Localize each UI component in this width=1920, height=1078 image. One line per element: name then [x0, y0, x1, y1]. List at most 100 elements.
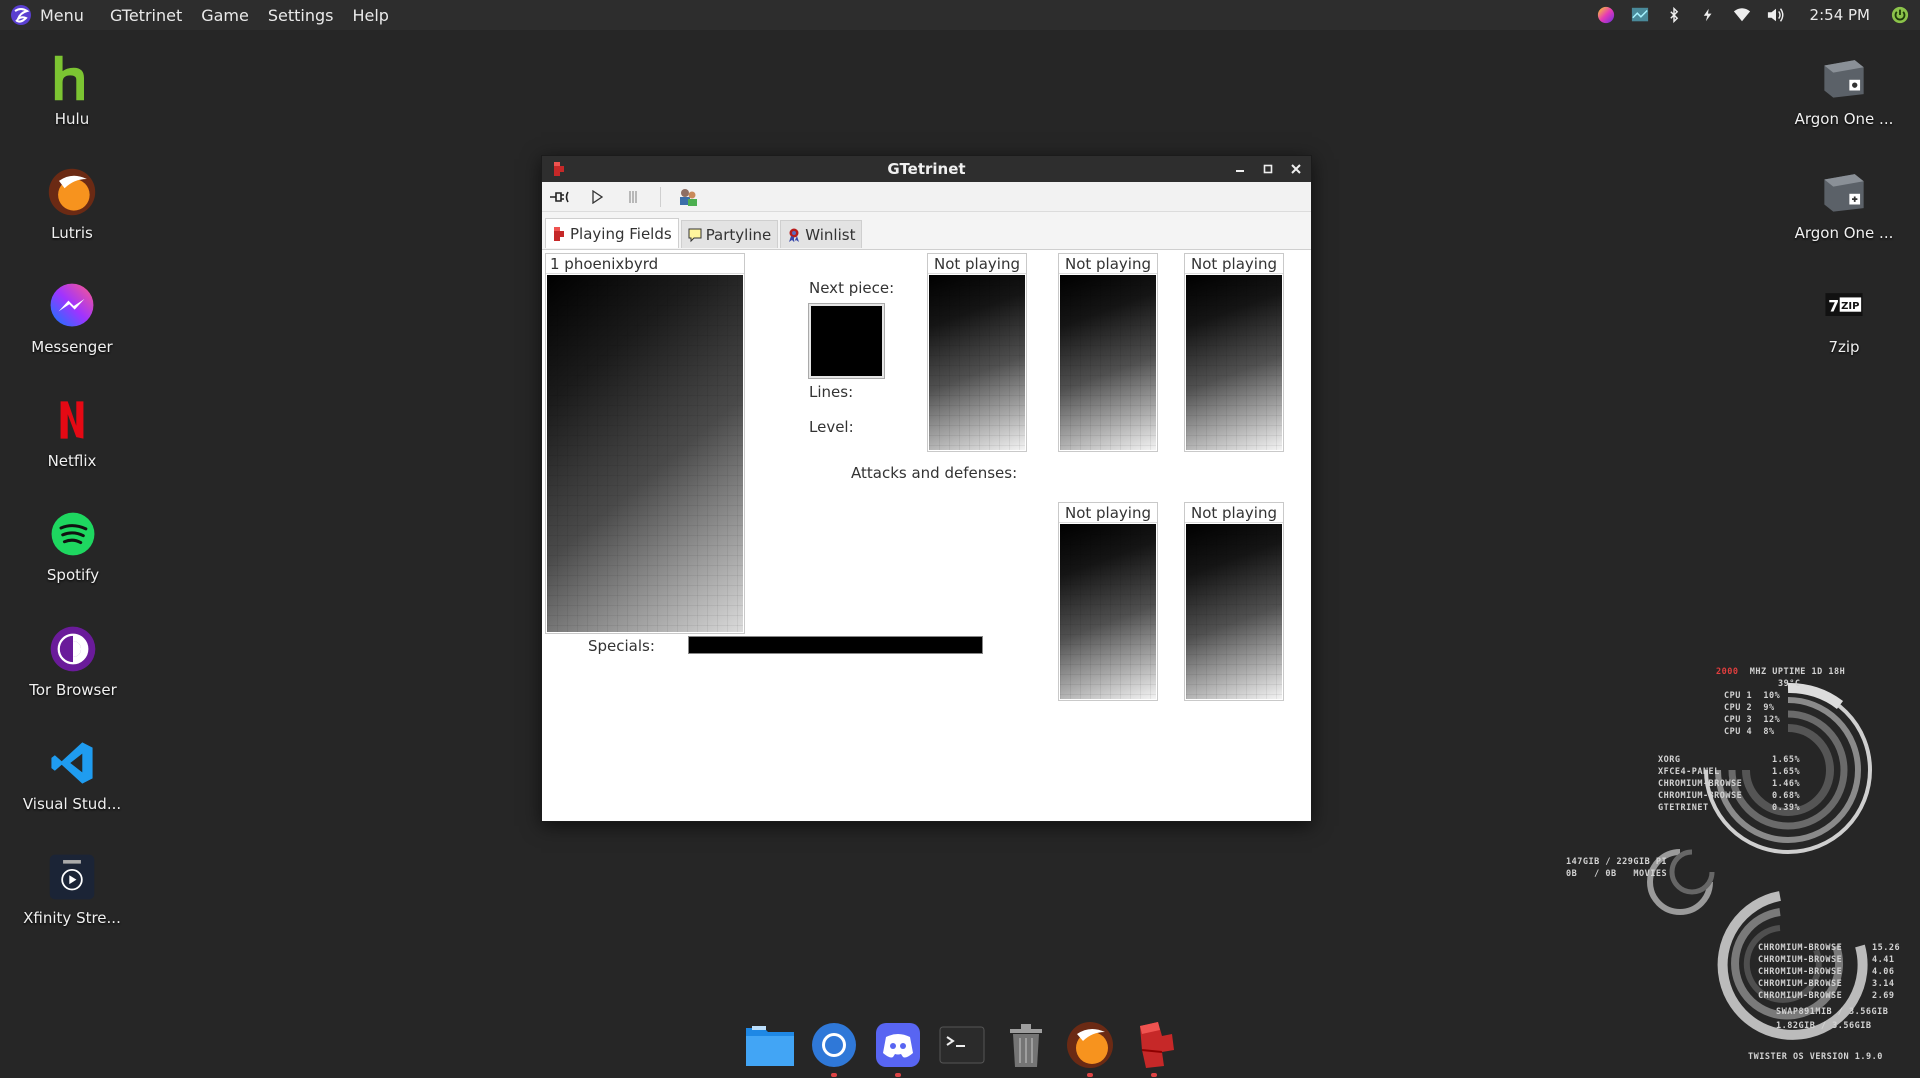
desktop-icon-label: Argon One ...	[1794, 224, 1894, 242]
tetris-block-icon	[554, 226, 564, 241]
start-game-button[interactable]	[584, 185, 610, 209]
trophy-ribbon-icon	[789, 228, 800, 242]
app-menu-gtetrinet[interactable]: GTetrinet	[110, 6, 182, 25]
lutris-icon	[1067, 1022, 1113, 1068]
close-button[interactable]	[1289, 162, 1303, 176]
playing-fields-panel: 1 phoenixbyrd Next piece: Lines: Level: …	[542, 249, 1311, 821]
window-titlebar[interactable]: GTetrinet	[542, 156, 1311, 182]
conky-process-block: XORG 1.65% XFCE4-PANEL 1.65% CHROMIUM-BROW…	[1658, 754, 1800, 814]
cpu3-value: 12%	[1763, 715, 1781, 725]
dock-item-chromium[interactable]	[808, 1019, 860, 1077]
desktop-icon-label: 7zip	[1828, 338, 1860, 356]
dock-item-trash[interactable]	[1000, 1019, 1052, 1071]
uptime: UPTIME 1D 18H	[1772, 667, 1846, 677]
desktop-icon-label: Messenger	[31, 338, 113, 356]
tab-winlist[interactable]: Winlist	[780, 220, 863, 248]
desktop-icon-argon-one-1[interactable]: Argon One ...	[1784, 50, 1904, 128]
clock[interactable]: 2:54 PM	[1810, 6, 1870, 24]
desktop-icon-lutris[interactable]: Lutris	[12, 164, 132, 242]
menu-button[interactable]: Menu	[0, 0, 96, 30]
maximize-icon	[1263, 164, 1273, 174]
specials-bar	[688, 636, 983, 654]
power-menu-icon[interactable]	[1890, 5, 1910, 25]
messenger-icon	[44, 278, 100, 334]
connect-button[interactable]	[548, 185, 574, 209]
lutris-icon	[44, 164, 100, 220]
volume-icon[interactable]	[1766, 5, 1786, 25]
disk-usage-movies: 0B / 0B MOVIES	[1566, 869, 1668, 879]
gtetrinet-window: GTetrinet Playing Fields Partyline Winli…	[541, 155, 1312, 822]
spotify-icon	[45, 506, 101, 562]
trash-icon	[1010, 1024, 1042, 1067]
next-piece-label: Next piece:	[809, 279, 895, 297]
argon-one-icon	[1816, 50, 1872, 106]
bluetooth-icon[interactable]	[1664, 5, 1684, 25]
color-app-tray-icon[interactable]	[1596, 5, 1616, 25]
dock-item-file-manager[interactable]	[744, 1019, 796, 1071]
opponent-field-board	[1060, 275, 1156, 450]
dock-item-terminal[interactable]	[936, 1019, 988, 1071]
app-menu-help[interactable]: Help	[352, 6, 388, 25]
chromium-icon	[812, 1023, 856, 1067]
dock-item-lutris[interactable]	[1064, 1019, 1116, 1077]
cpu-freq: 2000	[1716, 667, 1739, 677]
desktop-icon-label: Argon One ...	[1794, 110, 1894, 128]
maximize-button[interactable]	[1261, 162, 1275, 176]
process-value: 0.68%	[1772, 791, 1801, 801]
desktop-icon-messenger[interactable]: Messenger	[12, 278, 132, 356]
mem-process-value: 2.69	[1872, 991, 1895, 1001]
tab-partyline[interactable]: Partyline	[680, 220, 779, 248]
desktop-icon-spotify[interactable]: Spotify	[13, 506, 133, 584]
desktop-icon-argon-one-2[interactable]: Argon One ...	[1784, 164, 1904, 242]
cpu4-value: 8%	[1763, 727, 1775, 737]
running-indicator	[1151, 1073, 1157, 1077]
tor-browser-icon	[45, 621, 101, 677]
team-button[interactable]	[675, 185, 701, 209]
opponent-field-header: Not playing	[1059, 503, 1157, 523]
dock-item-discord[interactable]	[872, 1019, 924, 1077]
power-bolt-icon[interactable]	[1698, 5, 1718, 25]
process-name: XFCE4-PANEL	[1658, 767, 1720, 777]
twister-logo-icon	[11, 5, 31, 25]
desktop-icon-visual-studio-code[interactable]: Visual Stud...	[12, 735, 132, 813]
lines-label: Lines:	[809, 383, 854, 401]
desktop-icon-xfinity-stream[interactable]: Xfinity Stre...	[12, 849, 132, 927]
player-field-main: 1 phoenixbyrd	[545, 253, 745, 634]
minimize-icon	[1236, 170, 1244, 172]
desktop-icon-label: Spotify	[46, 566, 100, 584]
conky-disk-block: 147GIB / 229GIB PI 0B / 0B MOVIES	[1566, 856, 1667, 880]
app-menu-settings[interactable]: Settings	[268, 6, 334, 25]
process-name: CHROMIUM-BROWSE	[1658, 779, 1743, 789]
disk-usage-pi: 147GIB / 229GIB PI	[1566, 857, 1668, 867]
process-name: GTETRINET	[1658, 803, 1709, 813]
mem-process-value: 4.41	[1872, 955, 1895, 965]
minimize-button[interactable]	[1233, 162, 1247, 176]
conky-cpu-block: 2000 MHZ UPTIME 1D 18H 39°C CPU 1 10% CP…	[1716, 666, 1845, 738]
app-menu-game[interactable]: Game	[201, 6, 249, 25]
opponent-field-header: Not playing	[1185, 503, 1283, 523]
desktop-icon-tor-browser[interactable]: Tor Browser	[13, 621, 133, 699]
opponent-field-board	[1186, 275, 1282, 450]
running-indicator	[831, 1073, 837, 1077]
desktop-icon-label: Visual Stud...	[22, 795, 122, 813]
mem-process-name: CHROMIUM-BROWSE	[1758, 955, 1843, 965]
conky-os-version: TWISTER OS VERSION 1.9.0	[1748, 1052, 1883, 1062]
desktop-icon-7zip[interactable]: 7 ZIP 7zip	[1784, 278, 1904, 356]
desktop-icon-netflix[interactable]: Netflix	[12, 392, 132, 470]
ram-usage: 1.82GIB / 3.56GIB	[1776, 1021, 1872, 1031]
hulu-icon	[44, 50, 100, 106]
dock-item-gtetrinet[interactable]	[1128, 1019, 1180, 1077]
pause-game-button[interactable]	[620, 185, 646, 209]
process-value: 1.65%	[1772, 755, 1801, 765]
process-value: 0.39%	[1772, 803, 1801, 813]
desktop-icon-hulu[interactable]: Hulu	[12, 50, 132, 128]
player-field-board[interactable]	[547, 275, 743, 632]
tab-playing-fields[interactable]: Playing Fields	[545, 218, 679, 248]
system-monitor-tray-icon[interactable]	[1630, 5, 1650, 25]
level-label: Level:	[809, 418, 854, 436]
discord-icon	[876, 1023, 920, 1067]
wifi-icon[interactable]	[1732, 5, 1752, 25]
opponent-field-2: Not playing	[927, 253, 1027, 452]
specials-label: Specials:	[588, 637, 655, 655]
opponent-field-3: Not playing	[1058, 253, 1158, 452]
